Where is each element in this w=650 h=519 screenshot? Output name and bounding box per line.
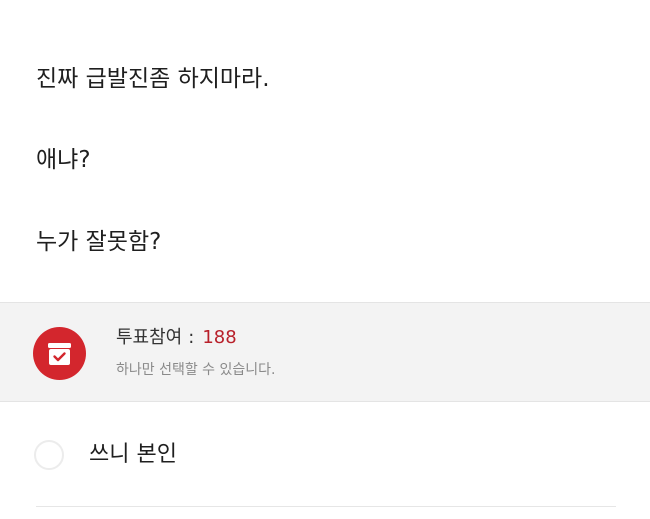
poll-option[interactable]: 쓰니 본인 <box>0 402 650 507</box>
option-divider <box>36 506 616 507</box>
poll-count-value: 188 <box>202 327 237 348</box>
poll-count-label: 투표참여 <box>116 327 183 348</box>
poll-participation: 투표참여:188 <box>116 325 237 351</box>
option-label[interactable]: 쓰니 본인 <box>89 440 177 470</box>
poll-hint: 하나만 선택할 수 있습니다. <box>116 362 276 378</box>
post-body: 진짜 급발진좀 하지마라. 애냐? 누가 잘못함? <box>0 0 650 302</box>
ballot-box-icon <box>33 327 86 380</box>
poll-count-separator: : <box>188 327 195 348</box>
post-text-line: 진짜 급발진좀 하지마라. <box>36 66 270 92</box>
post-text-line: 애냐? <box>36 147 91 173</box>
option-radio[interactable] <box>34 440 64 470</box>
poll-header: 투표참여:188 하나만 선택할 수 있습니다. <box>0 302 650 402</box>
post-text-line: 누가 잘못함? <box>36 229 162 255</box>
